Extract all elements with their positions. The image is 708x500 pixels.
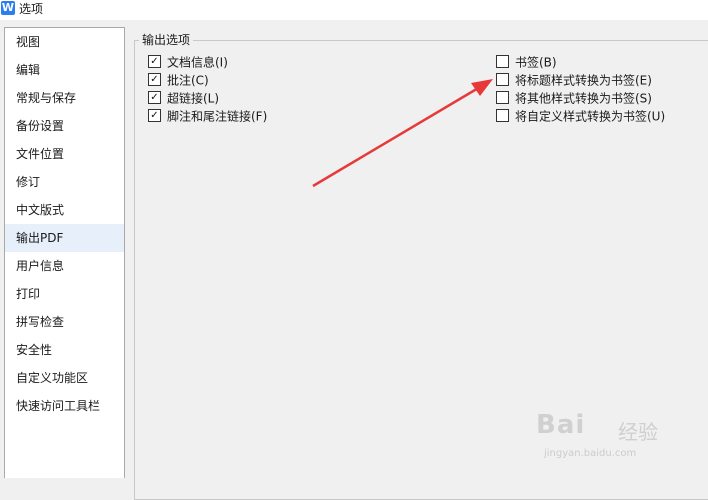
watermark-brand-suffix: 经验 — [618, 420, 658, 444]
watermark-url: jingyan.baidu.com — [544, 448, 637, 459]
annotation-arrow-head — [471, 79, 493, 96]
baidu-jingyan-watermark: Bai 经验 jingyan.baidu.com — [536, 398, 696, 468]
watermark-brand: Bai — [536, 410, 586, 440]
annotation-arrow-shaft — [312, 85, 481, 188]
